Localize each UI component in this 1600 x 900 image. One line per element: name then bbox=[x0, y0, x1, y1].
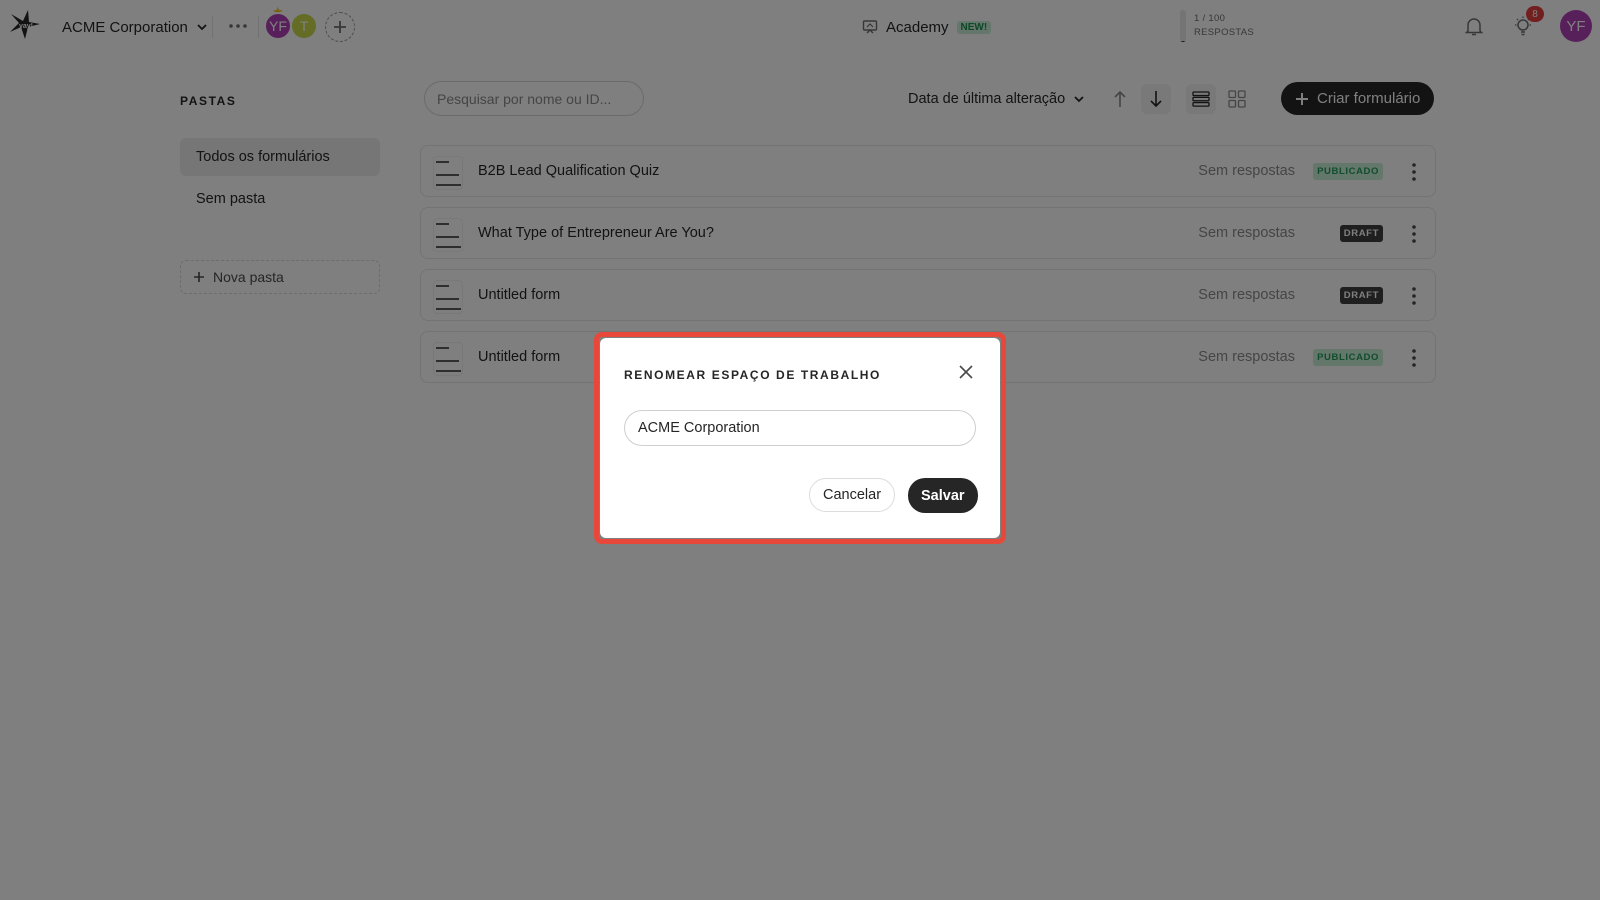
rename-workspace-dialog: RENOMEAR ESPAÇO DE TRABALHO Cancelar Sal… bbox=[600, 338, 1000, 538]
cancel-label: Cancelar bbox=[823, 487, 882, 503]
cancel-button[interactable]: Cancelar bbox=[809, 478, 896, 512]
close-icon[interactable] bbox=[958, 364, 974, 380]
save-button[interactable]: Salvar bbox=[908, 478, 978, 513]
save-label: Salvar bbox=[921, 487, 965, 504]
workspace-name-input[interactable] bbox=[624, 410, 976, 446]
dialog-title: RENOMEAR ESPAÇO DE TRABALHO bbox=[624, 368, 881, 382]
